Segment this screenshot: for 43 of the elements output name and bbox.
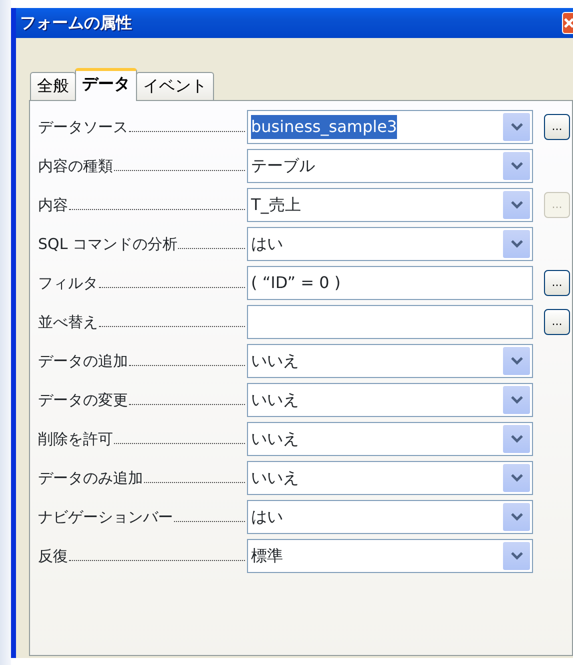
dropdown-field[interactable]: business_sample3 <box>247 110 533 144</box>
tab[interactable]: データ <box>75 68 137 101</box>
input-field[interactable] <box>247 305 533 339</box>
field-value: 標準 <box>251 545 284 567</box>
dropdown-field[interactable]: はい <box>247 500 533 534</box>
dropdown-field[interactable]: いいえ <box>247 383 533 417</box>
field-value: ( “ID” = 0 ) <box>251 272 342 294</box>
property-label: 削除を許可 <box>38 428 113 450</box>
property-label: ナビゲーションバー <box>38 506 173 528</box>
field-value: はい <box>251 506 284 528</box>
field-value: いいえ <box>251 467 300 489</box>
dropdown-field[interactable]: 標準 <box>247 539 533 573</box>
tab[interactable]: 全般 <box>30 72 76 100</box>
close-button[interactable] <box>562 12 573 34</box>
field-value: いいえ <box>251 389 300 411</box>
property-label: 内容 <box>38 194 68 216</box>
ellipsis-button[interactable]: ... <box>544 270 570 296</box>
tab[interactable]: イベント <box>136 72 214 100</box>
property-label: 並べ替え <box>38 312 98 333</box>
ellipsis-button[interactable]: ... <box>544 309 570 335</box>
field-value: business_sample3 <box>251 115 398 139</box>
field-value: T_売上 <box>251 194 302 216</box>
dropdown-field[interactable]: T_売上 <box>247 188 533 222</box>
window-title: フォームの属性 <box>20 12 132 34</box>
ellipsis-button[interactable]: ... <box>544 114 570 140</box>
property-label: データの変更 <box>38 390 128 411</box>
dropdown-field[interactable]: はい <box>247 227 533 261</box>
field-value: はい <box>251 233 284 255</box>
input-field[interactable]: ( “ID” = 0 ) <box>247 266 533 300</box>
field-value: いいえ <box>251 428 300 450</box>
dropdown-field[interactable]: テーブル <box>247 149 533 183</box>
property-label: データの追加 <box>38 350 128 372</box>
field-value: テーブル <box>251 155 316 177</box>
dropdown-field[interactable]: いいえ <box>247 461 533 495</box>
property-label: フィルタ <box>38 272 98 294</box>
field-value: いいえ <box>251 350 300 372</box>
property-label: データソース <box>38 116 128 138</box>
property-label: 内容の種類 <box>38 156 113 177</box>
dropdown-field[interactable]: いいえ <box>247 344 533 378</box>
property-label: データのみ追加 <box>38 468 143 489</box>
property-label: SQL コマンドの分析 <box>38 234 178 255</box>
property-label: 反復 <box>38 546 68 567</box>
dropdown-field[interactable]: いいえ <box>247 422 533 456</box>
